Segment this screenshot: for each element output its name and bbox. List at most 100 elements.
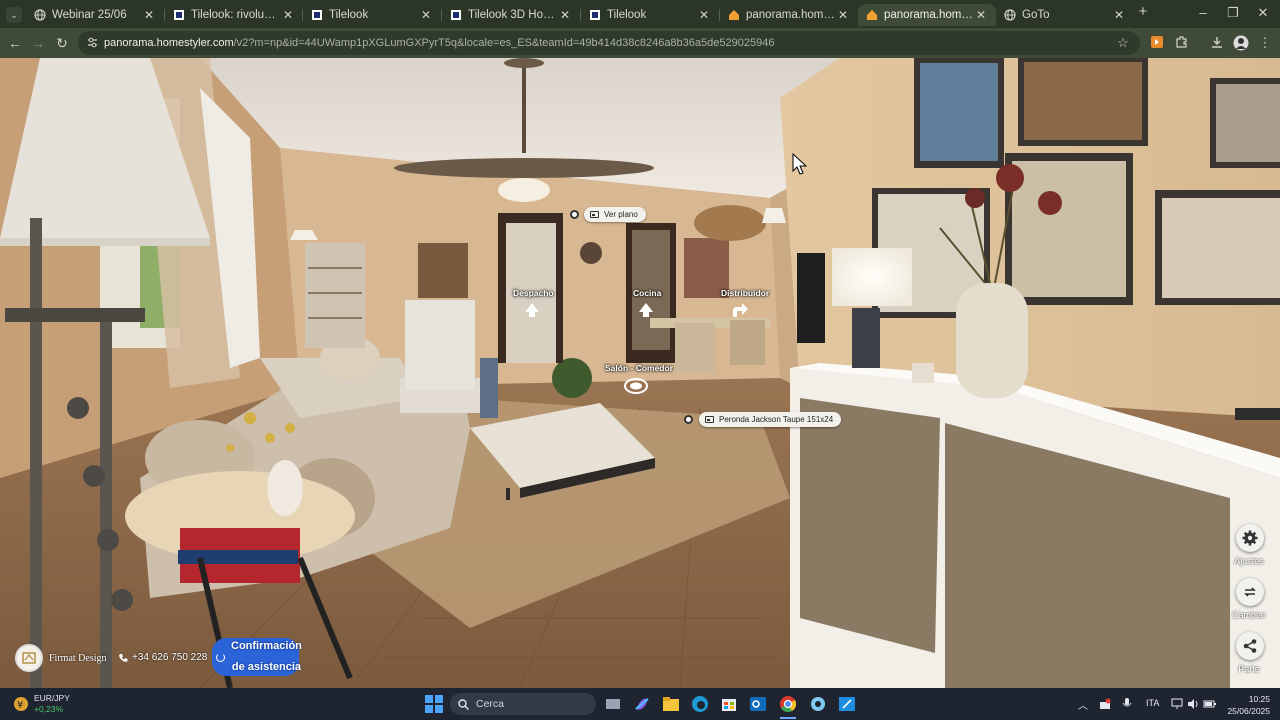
stock-widget[interactable]: ¥ EUR/JPY +0,23% xyxy=(12,693,70,715)
tab-webinar[interactable]: Webinar 25/06 ✕ xyxy=(26,4,164,26)
walk-arrow-up-icon[interactable] xyxy=(523,303,541,317)
maximize-icon[interactable]: ❐ xyxy=(1221,5,1245,21)
puzzle-icon[interactable] xyxy=(1174,35,1190,51)
tab-title: panorama.homestyler.co xyxy=(884,9,974,21)
brand-logo xyxy=(15,644,43,672)
windows-taskbar: ¥ EUR/JPY +0,23% Cerca ︿ ITA 10:25 25/06… xyxy=(0,688,1280,720)
share-button[interactable] xyxy=(1236,632,1264,660)
homestyler-icon xyxy=(728,9,740,21)
taskbar-search[interactable]: Cerca xyxy=(450,693,596,715)
outlook-icon[interactable] xyxy=(748,694,768,714)
site-settings-icon[interactable] xyxy=(86,36,99,49)
tab-tilelook-rivoluzionare[interactable]: Tilelook: rivoluzionare il d ✕ xyxy=(165,4,303,26)
copilot-icon[interactable] xyxy=(632,694,652,714)
volume-icon[interactable] xyxy=(1187,698,1199,710)
share-label: Parte xyxy=(1238,664,1260,674)
clock[interactable]: 10:25 25/06/2025 xyxy=(1226,693,1270,717)
close-icon[interactable]: ✕ xyxy=(142,8,156,22)
product-tag[interactable]: Peronda Jackson Taupe 151x24 xyxy=(699,412,842,427)
close-icon[interactable]: ✕ xyxy=(1112,8,1126,22)
close-icon[interactable]: ✕ xyxy=(558,8,572,22)
globe-icon xyxy=(1004,9,1016,21)
tab-title: Tilelook 3D Home xyxy=(468,9,558,21)
tab-tilelook-3d-home[interactable]: Tilelook 3D Home ✕ xyxy=(442,4,580,26)
svg-text:¥: ¥ xyxy=(17,700,23,711)
tab-tilelook-2[interactable]: Tilelook ✕ xyxy=(581,4,719,26)
microphone-icon[interactable] xyxy=(1122,698,1132,710)
tab-goto[interactable]: GoTo ✕ xyxy=(996,4,1134,26)
close-window-icon[interactable]: ✕ xyxy=(1251,5,1275,21)
input-language[interactable]: ITA xyxy=(1146,698,1159,708)
tab-homestyler[interactable]: panorama.homestyler.co ✕ xyxy=(720,4,858,26)
task-view-icon[interactable] xyxy=(603,694,623,714)
store-icon[interactable] xyxy=(719,694,739,714)
search-icon xyxy=(458,698,469,710)
url-host: panorama.homestyler.com xyxy=(104,37,234,49)
brand-name: Firmat Design xyxy=(49,652,107,664)
switch-button[interactable] xyxy=(1236,578,1264,606)
active-app-indicator xyxy=(780,717,796,719)
switch-label: Cambiar xyxy=(1231,610,1266,620)
close-icon[interactable]: ✕ xyxy=(419,8,433,22)
confirm-attendance-button[interactable]: Confirmación de asistencia xyxy=(212,638,302,676)
close-icon[interactable]: ✕ xyxy=(281,8,295,22)
swap-icon xyxy=(1244,587,1256,597)
tab-title: Tilelook xyxy=(329,9,369,21)
windows-start-icon[interactable] xyxy=(424,694,444,714)
hotspot-marker[interactable] xyxy=(684,415,693,424)
search-placeholder: Cerca xyxy=(476,698,505,710)
tab-title: panorama.homestyler.co xyxy=(746,9,836,21)
file-explorer-icon[interactable] xyxy=(661,694,681,714)
confirm-attendance-label: Confirmación de asistencia xyxy=(231,640,302,673)
brand[interactable]: Firmat Design xyxy=(15,644,107,672)
phone-icon xyxy=(119,653,128,662)
security-icon[interactable] xyxy=(1099,698,1111,710)
forward-icon[interactable]: → xyxy=(29,34,47,52)
clock-date: 25/06/2025 xyxy=(1227,706,1270,716)
globe-icon xyxy=(34,9,46,21)
walk-arrow-up-icon[interactable] xyxy=(637,303,655,317)
panorama-viewer[interactable]: Ver plano Despacho Cocina Distribuidor S… xyxy=(0,58,1280,688)
back-icon[interactable]: ← xyxy=(6,34,24,52)
new-tab-button[interactable]: + xyxy=(1131,3,1155,20)
close-icon[interactable]: ✕ xyxy=(697,8,711,22)
floor-plan-button[interactable]: Ver plano xyxy=(584,207,646,222)
remote-desktop-icon[interactable] xyxy=(837,694,857,714)
product-image-icon xyxy=(705,416,714,423)
reload-icon[interactable]: ↻ xyxy=(53,34,71,52)
minimize-icon[interactable]: – xyxy=(1191,5,1215,20)
download-icon[interactable] xyxy=(1209,35,1225,51)
address-bar[interactable]: panorama.homestyler.com/v2?m=np&id=44UWa… xyxy=(78,31,1140,55)
walk-arrow-right-icon[interactable] xyxy=(731,303,749,317)
current-location-icon[interactable] xyxy=(624,378,648,394)
phone-contact[interactable]: +34 626 750 228 xyxy=(118,652,207,663)
hotspot-label-despacho[interactable]: Despacho xyxy=(513,288,554,298)
tray-overflow-icon[interactable]: ︿ xyxy=(1078,697,1088,712)
network-icon[interactable] xyxy=(1171,698,1183,710)
extension-icon[interactable] xyxy=(1149,35,1165,51)
tab-title: Webinar 25/06 xyxy=(52,9,127,21)
bookmark-star-icon[interactable]: ☆ xyxy=(1115,35,1131,51)
edge-icon[interactable] xyxy=(690,694,710,714)
loading-spinner-icon xyxy=(216,652,225,662)
hotspot-marker[interactable] xyxy=(570,210,579,219)
battery-icon[interactable] xyxy=(1203,698,1217,710)
tab-search-button[interactable]: ⌄ xyxy=(6,7,22,23)
close-icon[interactable]: ✕ xyxy=(974,8,988,22)
url-path: /v2?m=np&id=44UWamp1pXGLumGXPyrT5q&local… xyxy=(233,37,775,49)
hotspot-label-distribuidor[interactable]: Distribuidor xyxy=(721,288,769,298)
tilelook-icon xyxy=(450,9,462,21)
chrome-icon[interactable] xyxy=(778,694,798,714)
tab-tilelook[interactable]: Tilelook ✕ xyxy=(303,4,441,26)
tilelook-icon xyxy=(311,9,323,21)
ticker-change: +0,23% xyxy=(34,704,64,714)
settings-app-icon[interactable] xyxy=(808,694,828,714)
homestyler-icon xyxy=(866,9,878,21)
tab-homestyler-active[interactable]: panorama.homestyler.co ✕ xyxy=(858,4,996,26)
profile-avatar[interactable] xyxy=(1233,35,1249,51)
settings-button[interactable] xyxy=(1236,524,1264,552)
close-icon[interactable]: ✕ xyxy=(836,8,850,22)
menu-icon[interactable]: ⋮ xyxy=(1257,35,1273,51)
hotspot-label-salon[interactable]: Salón - Comedor xyxy=(605,363,673,373)
hotspot-label-cocina[interactable]: Cocina xyxy=(633,288,661,298)
